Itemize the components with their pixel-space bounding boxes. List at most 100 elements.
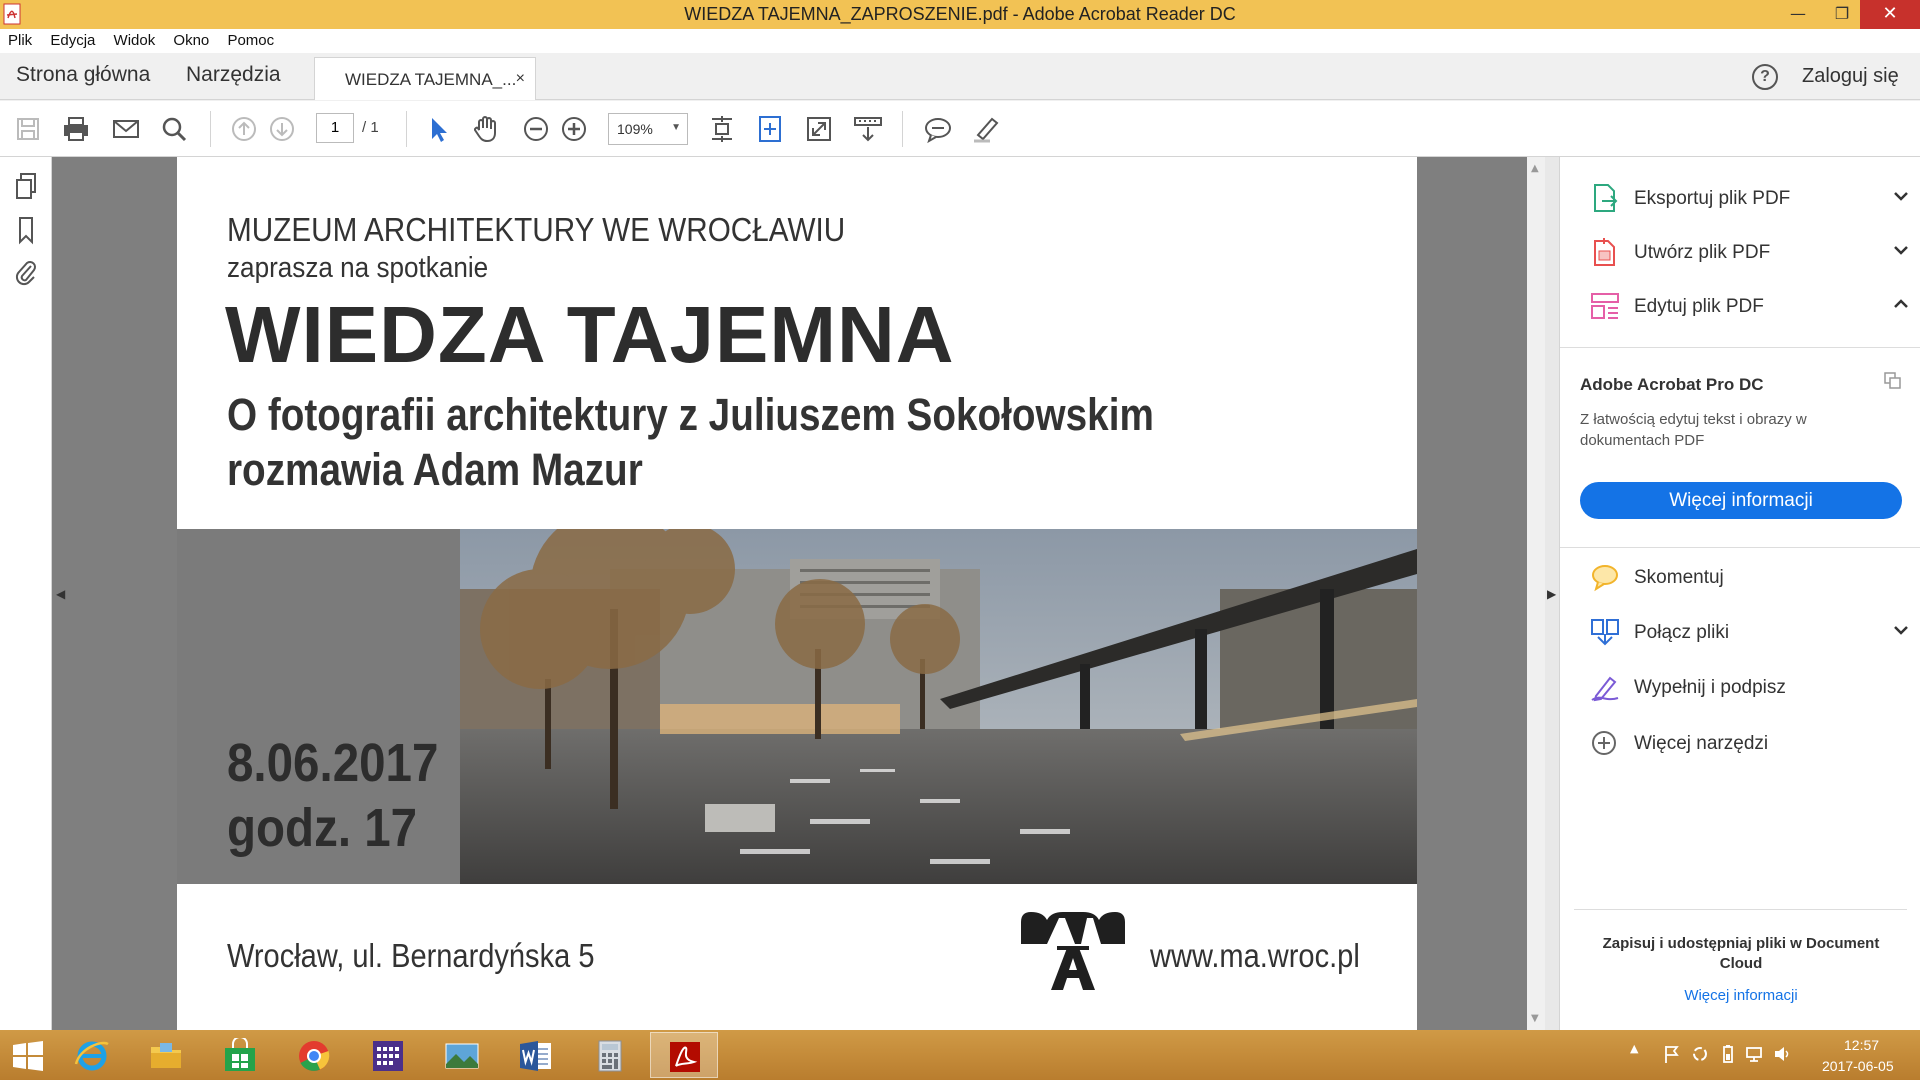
hand-tool-icon[interactable] bbox=[470, 113, 502, 145]
zoom-in-icon[interactable] bbox=[558, 113, 590, 145]
tab-document[interactable]: WIEDZA TAJEMNA_... × bbox=[314, 57, 536, 100]
tab-tools[interactable]: Narzędzia bbox=[186, 63, 281, 87]
clock-date[interactable]: 2017-06-05 bbox=[1822, 1058, 1894, 1074]
scroll-up-icon[interactable]: ▲ bbox=[1531, 163, 1539, 174]
taskbar-acrobat-reader[interactable] bbox=[650, 1032, 718, 1078]
more-info-button[interactable]: Więcej informacji bbox=[1580, 482, 1902, 519]
taskbar-calendar[interactable] bbox=[354, 1032, 422, 1078]
menu-pomoc[interactable]: Pomoc bbox=[227, 29, 274, 53]
document-cloud-more-info-link[interactable]: Więcej informacji bbox=[1580, 987, 1902, 1004]
network-icon[interactable] bbox=[1744, 1044, 1764, 1064]
pro-upsell-description: Z łatwością edytuj tekst i obrazy w doku… bbox=[1580, 411, 1807, 449]
tab-document-label: WIEDZA TAJEMNA_... bbox=[345, 70, 517, 89]
collapse-right-panel-icon[interactable]: ▶ bbox=[1547, 587, 1556, 601]
clock-time[interactable]: 12:57 bbox=[1844, 1037, 1879, 1053]
fit-width-icon[interactable] bbox=[754, 113, 786, 145]
flag-icon[interactable] bbox=[1662, 1044, 1682, 1064]
vertical-scrollbar[interactable]: ▲ ▼ bbox=[1527, 157, 1545, 1030]
page-number-input[interactable]: 1 bbox=[316, 113, 354, 143]
previous-page-icon[interactable] bbox=[228, 113, 260, 145]
architecture-photo bbox=[460, 529, 1417, 884]
event-subtitle-line2: rozmawia Adam Mazur bbox=[227, 444, 643, 495]
taskbar-internet-explorer[interactable] bbox=[58, 1032, 126, 1078]
tool-more-tools[interactable]: Więcej narzędzi bbox=[1590, 728, 1910, 762]
museum-name: MUZEUM ARCHITEKTURY WE WROCŁAWIU bbox=[227, 211, 846, 248]
taskbar-store[interactable] bbox=[206, 1032, 274, 1078]
tool-combine-files[interactable]: Połącz pliki bbox=[1590, 617, 1910, 651]
page-total: / 1 bbox=[362, 119, 379, 136]
window-title: WIEDZA TAJEMNA_ZAPROSZENIE.pdf - Adobe A… bbox=[684, 4, 1236, 24]
zoom-select[interactable]: 109% ▼ bbox=[608, 113, 688, 145]
login-link[interactable]: Zaloguj się bbox=[1802, 65, 1899, 88]
acrobat-reader-icon bbox=[670, 1042, 700, 1072]
taskbar-photos[interactable] bbox=[428, 1032, 496, 1078]
chevron-down-icon[interactable] bbox=[1892, 241, 1910, 259]
calculator-icon bbox=[598, 1040, 622, 1072]
scroll-mode-icon[interactable] bbox=[852, 113, 884, 145]
calendar-app-icon bbox=[373, 1041, 403, 1071]
minimize-button[interactable]: — bbox=[1776, 0, 1820, 29]
email-icon[interactable] bbox=[110, 113, 142, 145]
save-icon[interactable] bbox=[12, 113, 44, 145]
chevron-up-icon[interactable] bbox=[1892, 295, 1910, 313]
copy-icon bbox=[1884, 372, 1901, 389]
tool-create-pdf[interactable]: Utwórz plik PDF bbox=[1590, 237, 1910, 271]
highlight-pen-icon[interactable] bbox=[970, 113, 1002, 145]
chevron-down-icon[interactable] bbox=[1892, 187, 1910, 205]
battery-icon[interactable] bbox=[1718, 1044, 1738, 1064]
taskbar-calculator[interactable] bbox=[576, 1032, 644, 1078]
zoom-out-icon[interactable] bbox=[520, 113, 552, 145]
scroll-down-icon[interactable]: ▼ bbox=[1531, 1013, 1539, 1024]
event-title: WIEDZA TAJEMNA bbox=[225, 290, 955, 379]
tool-export-pdf[interactable]: Eksportuj plik PDF bbox=[1590, 183, 1910, 217]
menu-widok[interactable]: Widok bbox=[114, 29, 156, 53]
search-icon[interactable] bbox=[158, 113, 190, 145]
print-icon[interactable] bbox=[60, 113, 92, 145]
taskbar-file-explorer[interactable] bbox=[132, 1032, 200, 1078]
pro-upsell-title: Adobe Acrobat Pro DC bbox=[1580, 375, 1764, 394]
tools-pane: Eksportuj plik PDF Utwórz plik PDF Edytu… bbox=[1559, 157, 1920, 1030]
fit-page-icon[interactable] bbox=[706, 113, 738, 145]
tool-fill-sign[interactable]: Wypełnij i podpisz bbox=[1590, 672, 1910, 706]
bookmark-icon[interactable] bbox=[12, 215, 40, 245]
store-icon bbox=[225, 1038, 255, 1071]
pages-thumbnail-icon[interactable] bbox=[12, 171, 40, 201]
word-icon bbox=[520, 1041, 551, 1071]
close-button[interactable]: ✕ bbox=[1860, 0, 1920, 29]
sync-icon[interactable] bbox=[1690, 1044, 1710, 1064]
taskbar-chrome[interactable] bbox=[280, 1032, 348, 1078]
windows-start-button[interactable] bbox=[0, 1032, 56, 1078]
event-time: godz. 17 bbox=[227, 798, 418, 858]
maximize-button[interactable]: ❐ bbox=[1820, 0, 1864, 29]
museum-url: www.ma.wroc.pl bbox=[1150, 937, 1360, 974]
next-page-icon[interactable] bbox=[266, 113, 298, 145]
tool-comment[interactable]: Skomentuj bbox=[1590, 562, 1910, 596]
menu-edycja[interactable]: Edycja bbox=[50, 29, 95, 53]
comment-icon[interactable] bbox=[922, 113, 954, 145]
attachment-icon[interactable] bbox=[12, 257, 40, 287]
volume-icon[interactable] bbox=[1772, 1044, 1792, 1064]
menu-okno[interactable]: Okno bbox=[173, 29, 209, 53]
tool-label: Wypełnij i podpisz bbox=[1634, 677, 1786, 698]
combine-files-icon bbox=[1591, 619, 1619, 646]
document-viewport[interactable]: ◀ MUZEUM ARCHITEKTURY WE WROCŁAWIU zapra… bbox=[52, 157, 1527, 1030]
panel-divider bbox=[1560, 347, 1920, 348]
menu-bar: Plik Edycja Widok Okno Pomoc bbox=[0, 29, 1920, 53]
internet-explorer-icon bbox=[74, 1041, 109, 1071]
taskbar-word[interactable] bbox=[502, 1032, 570, 1078]
help-icon[interactable]: ? bbox=[1752, 64, 1778, 90]
full-screen-icon[interactable] bbox=[803, 113, 835, 145]
collapse-right-panel[interactable]: ▶ bbox=[1545, 157, 1559, 1030]
select-cursor-icon[interactable] bbox=[422, 113, 454, 145]
tab-close-button[interactable]: × bbox=[516, 70, 525, 88]
chevron-down-icon[interactable] bbox=[1892, 621, 1910, 639]
tool-label: Eksportuj plik PDF bbox=[1634, 188, 1791, 209]
tab-home[interactable]: Strona główna bbox=[16, 63, 150, 87]
tool-label: Utwórz plik PDF bbox=[1634, 242, 1771, 263]
tray-expand-icon[interactable]: ▲ bbox=[1630, 1042, 1638, 1055]
tool-label: Więcej narzędzi bbox=[1634, 733, 1769, 754]
fill-sign-icon bbox=[1591, 676, 1619, 702]
tool-edit-pdf[interactable]: Edytuj plik PDF bbox=[1590, 291, 1910, 325]
collapse-left-panel-icon[interactable]: ◀ bbox=[56, 587, 65, 601]
menu-plik[interactable]: Plik bbox=[8, 29, 32, 53]
